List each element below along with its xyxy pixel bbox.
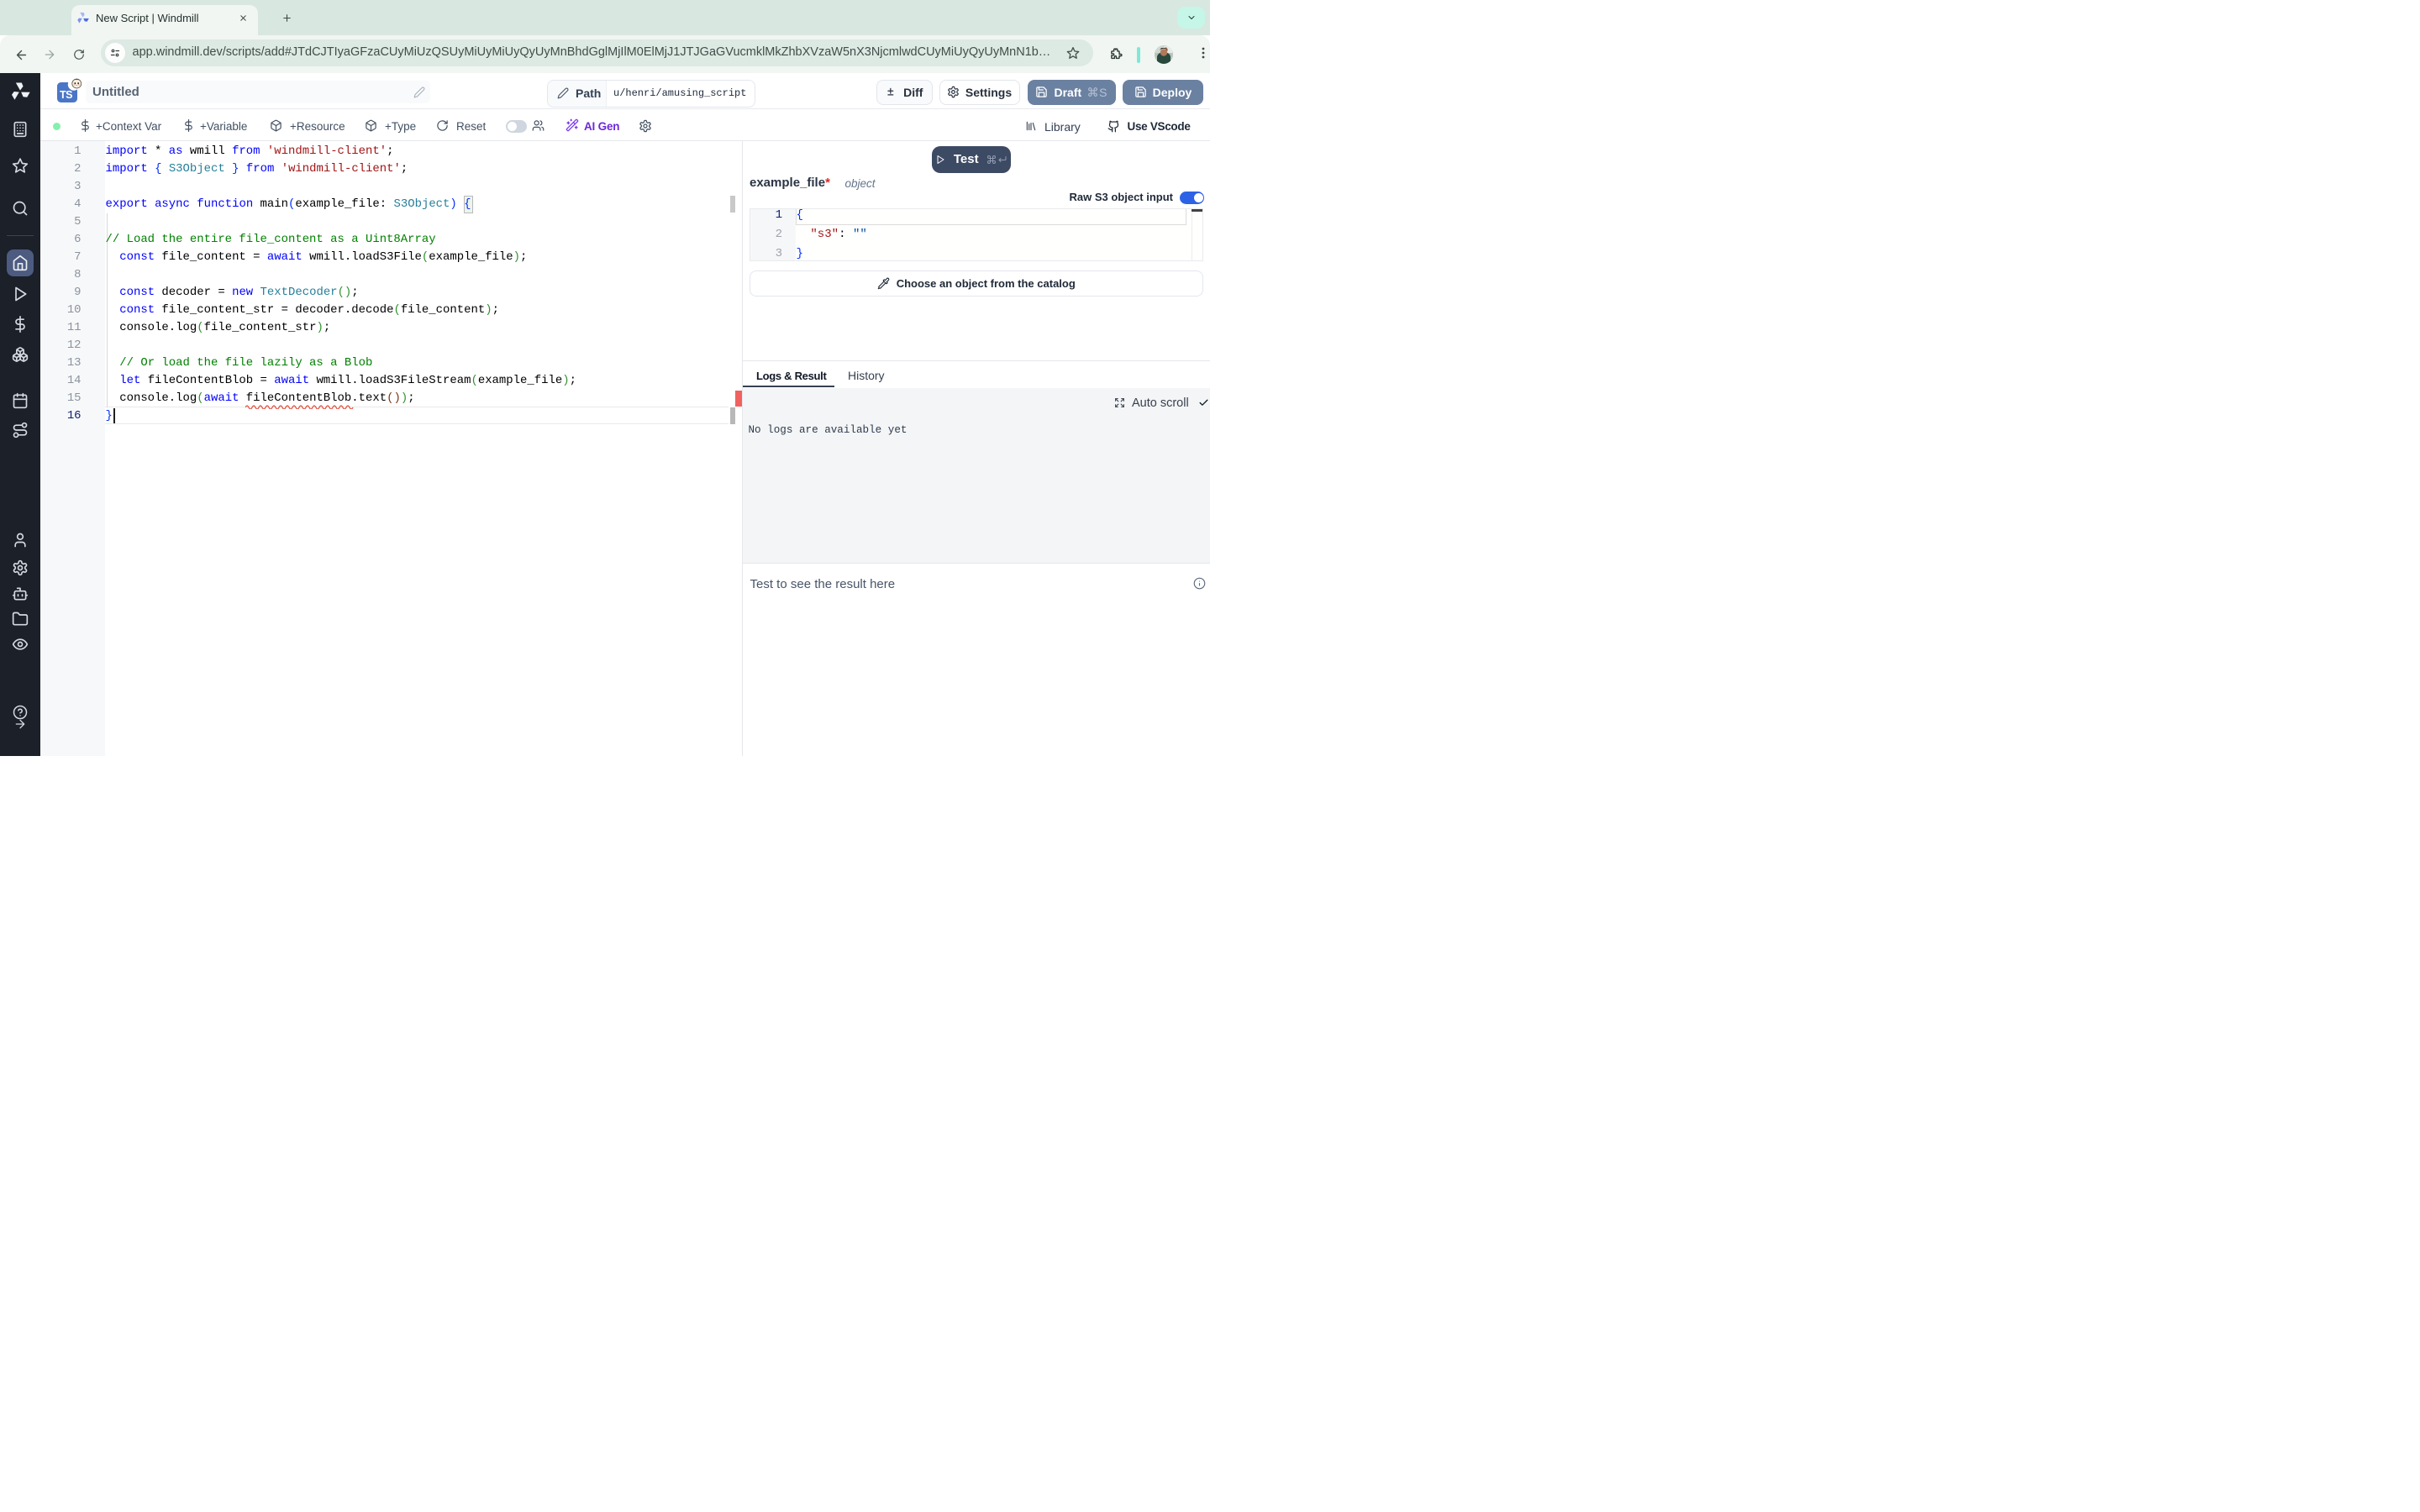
svg-text:TS: TS (60, 89, 72, 101)
